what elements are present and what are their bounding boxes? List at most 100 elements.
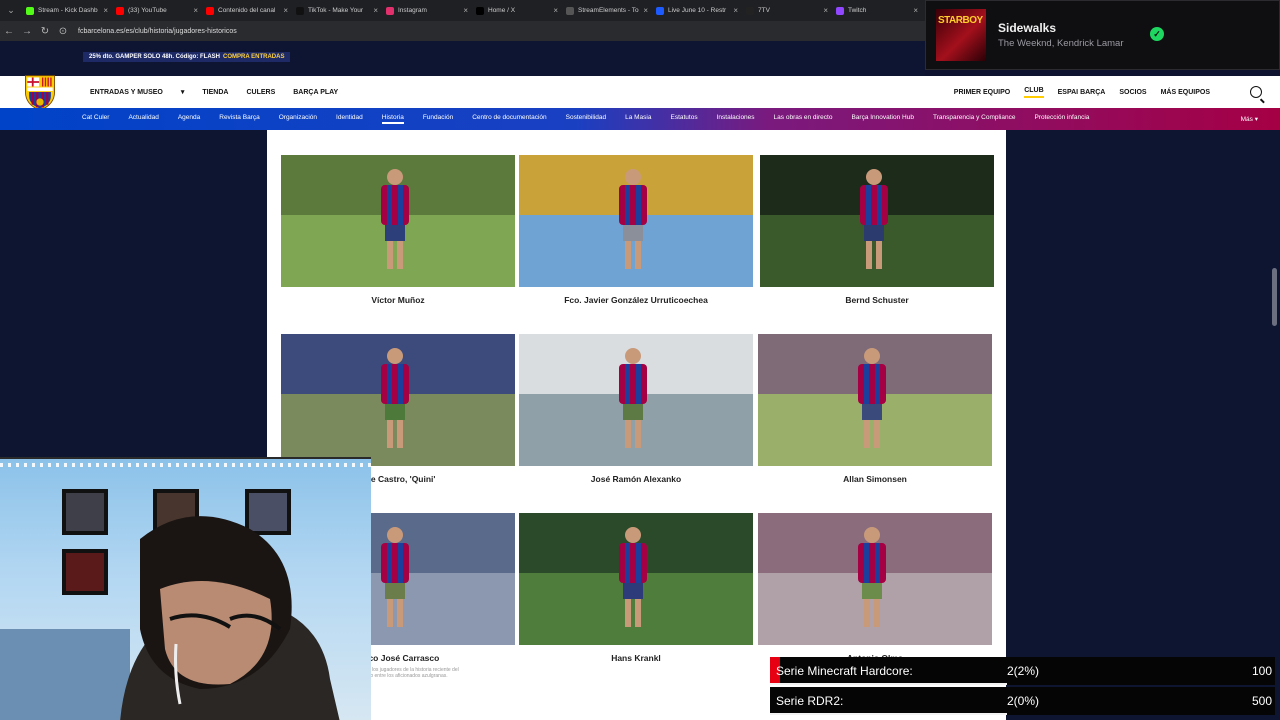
player-photo[interactable] [281,334,515,466]
fcb-crest-logo[interactable] [20,72,60,112]
close-tab-icon[interactable]: × [823,6,828,15]
browser-tab[interactable]: Live June 10 - Restr × [652,0,742,21]
promo-banner[interactable]: 25% dto. GAMPER SOLO 48h. Código: FLASH C… [83,52,291,62]
main-nav-item[interactable]: PRIMER EQUIPO [954,89,1010,96]
player-photo[interactable] [758,334,992,466]
player-card[interactable]: Hans Krankl [519,513,753,663]
player-photo[interactable] [281,155,515,287]
stream-goal: Serie Minecraft Hardcore: 2(2%) 100 [770,657,1275,685]
goal-target: 100 [1251,664,1272,678]
search-icon[interactable] [1250,86,1262,98]
subnav-item[interactable]: Centro de documentación [472,114,546,124]
subnav-item[interactable]: Historia [381,114,404,124]
subnav-item[interactable]: Protección infancia [1034,114,1089,124]
back-icon[interactable]: ← [0,26,18,37]
close-tab-icon[interactable]: × [913,6,918,15]
main-nav-item[interactable]: TIENDA [202,89,228,96]
player-photo[interactable] [758,513,992,645]
url-field[interactable]: fcbarcelona.es/es/club/historia/jugadore… [78,28,237,35]
subnav-item[interactable]: Estatutos [670,114,697,124]
subnav-item[interactable]: Identidad [336,114,363,124]
subnav-more[interactable]: Más ▾ [1241,115,1258,123]
tab-title: StreamElements - To [578,7,639,14]
subnav-item[interactable]: Revista Barça [219,114,259,124]
player-photo[interactable] [519,155,753,287]
player-name[interactable]: José Ramón Alexanko [519,474,753,484]
tab-favicon [26,6,34,15]
browser-tab[interactable]: Stream - Kick Dashb × [22,0,112,21]
player-name[interactable]: Bernd Schuster [760,295,994,305]
track-artist: The Weeknd, Kendrick Lamar [998,38,1124,49]
main-nav-item[interactable]: BARÇA PLAY [293,89,338,96]
player-photo[interactable] [760,155,994,287]
reload-icon[interactable]: ↻ [36,26,54,37]
player-card[interactable]: José Ramón Alexanko [519,334,753,484]
tab-favicon [386,6,394,15]
main-nav-item[interactable]: CLUB [1024,87,1044,98]
goal-track [770,713,1007,715]
player-card[interactable]: Allan Simonsen [758,334,992,484]
player-card[interactable]: Antonio Olmo [758,513,992,663]
player-card[interactable]: Víctor Muñoz [281,155,515,305]
tab-favicon [116,6,124,15]
subnav-item[interactable]: Barça Innovation Hub [851,114,914,124]
subnav-item[interactable]: Instalaciones [717,114,755,124]
dropdown-caret-icon: ▾ [180,89,185,96]
player-name[interactable]: Hans Krankl [519,653,753,663]
subnav-item[interactable]: Fundación [423,114,453,124]
subnav-item[interactable]: Las obras en directo [774,114,833,124]
close-tab-icon[interactable]: × [103,6,108,15]
player-photo[interactable] [519,513,753,645]
player-name[interactable]: Fco. Javier González Urruticoechea [519,295,753,305]
close-tab-icon[interactable]: × [193,6,198,15]
subnav-item[interactable]: Actualidad [128,114,158,124]
tab-favicon [836,6,844,15]
subnav-item[interactable]: Sostenibilidad [566,114,606,124]
site-info-icon[interactable]: ⊙ [54,26,72,37]
close-tab-icon[interactable]: × [373,6,378,15]
close-tab-icon[interactable]: × [553,6,558,15]
tab-title: Stream - Kick Dashb [38,7,98,14]
goal-target: 500 [1251,694,1272,708]
subnav-item[interactable]: La Masia [625,114,651,124]
main-nav-item[interactable]: ENTRADAS Y MUSEO [90,89,163,96]
browser-tab[interactable]: (33) YouTube × [112,0,202,21]
main-nav-item[interactable]: SOCIOS [1119,89,1146,96]
forward-icon[interactable]: → [18,26,36,37]
main-nav-item[interactable]: MÁS EQUIPOS [1161,89,1210,96]
track-title: Sidewalks [998,21,1057,35]
promo-bar: 25% dto. GAMPER SOLO 48h. Código: FLASH C… [0,41,925,76]
browser-tab[interactable]: Contenido del canal × [202,0,292,21]
tab-favicon [206,6,214,15]
player-card[interactable]: Fco. Javier González Urruticoechea [519,155,753,305]
browser-tab[interactable]: Instagram × [382,0,472,21]
player-photo[interactable] [519,334,753,466]
player-name[interactable]: Víctor Muñoz [281,295,515,305]
tab-title: Live June 10 - Restr [668,7,727,14]
subnav-item[interactable]: Cat Culer [82,114,109,124]
subnav-item[interactable]: Transparencia y Compliance [933,114,1016,124]
browser-tab[interactable]: 7TV × [742,0,832,21]
tab-favicon [566,6,574,15]
close-tab-icon[interactable]: × [463,6,468,15]
close-tab-icon[interactable]: × [283,6,288,15]
main-nav-item[interactable]: CULERS [246,89,275,96]
close-tab-icon[interactable]: × [643,6,648,15]
browser-tab[interactable]: TikTok - Make Your × [292,0,382,21]
browser-tab[interactable]: StreamElements - To × [562,0,652,21]
tab-favicon [656,6,664,15]
player-card[interactable]: Bernd Schuster [760,155,994,305]
close-tab-icon[interactable]: × [733,6,738,15]
browser-tab[interactable]: Home / X × [472,0,562,21]
tab-list-icon[interactable]: ⌄ [0,5,22,16]
subnav-item[interactable]: Agenda [178,114,200,124]
club-subnavigation: Cat Culer Actualidad Agenda Revista Barça Or… [0,108,1280,130]
browser-tab[interactable]: Twitch × [832,0,922,21]
page-scrollbar-thumb[interactable] [1272,268,1277,326]
tab-favicon [746,6,754,15]
player-name[interactable]: Allan Simonsen [758,474,992,484]
subnav-item[interactable]: Organización [279,114,317,124]
main-nav-item[interactable]: ESPAI BARÇA [1058,89,1106,96]
goal-label: Serie Minecraft Hardcore: [776,664,913,678]
goal-count: 2(0%) [1007,694,1040,708]
